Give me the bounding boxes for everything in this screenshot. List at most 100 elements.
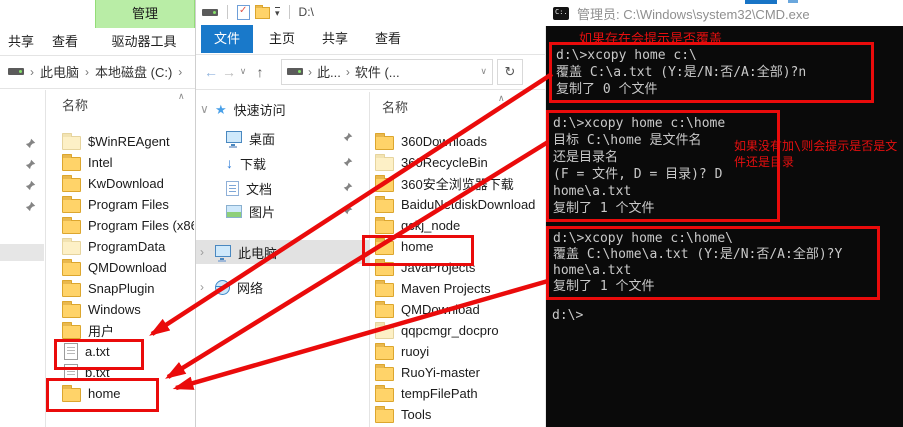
column-header-name[interactable]: 名称: [382, 97, 408, 116]
file-row[interactable]: 360RecycleBin: [370, 152, 545, 173]
sidebar-item-desktop[interactable]: 桌面: [196, 127, 369, 149]
file-row[interactable]: Program Files: [46, 194, 194, 215]
tab-view[interactable]: 查看: [52, 28, 78, 55]
annotation-file-or-dir-note: 如果没有加\则会提示是否是文件还是目录: [734, 139, 898, 169]
file-row[interactable]: QMDownload: [370, 299, 545, 320]
file-row[interactable]: 360Downloads: [370, 131, 545, 152]
network-icon: [215, 279, 230, 295]
file-row[interactable]: qqpcmgr_docpro: [370, 320, 545, 341]
console-line: d:\>xcopy home c:\home\: [553, 231, 734, 246]
folder-icon: [62, 280, 81, 297]
up-icon[interactable]: ↑: [251, 64, 269, 80]
sidebar-item-label: 快速访问: [233, 102, 286, 118]
file-row[interactable]: gckj_node: [370, 215, 545, 236]
file-row[interactable]: Maven Projects: [370, 278, 545, 299]
pin-icon: [25, 159, 36, 170]
sidebar-item-label: 网络: [237, 280, 264, 296]
chevron-right-icon: ›: [345, 64, 350, 79]
file-name: home: [88, 386, 121, 401]
sidebar-item-label: 文档: [246, 181, 273, 197]
folder-icon: [62, 175, 81, 192]
file-name: 360安全浏览器下载: [401, 177, 514, 192]
pin-icon: [343, 205, 353, 215]
file-row[interactable]: 用户: [46, 320, 194, 341]
folder-icon: [375, 175, 394, 192]
folder-icon: [375, 259, 394, 276]
file-row[interactable]: 360安全浏览器下载: [370, 173, 545, 194]
file-row[interactable]: JavaProjects: [370, 257, 545, 278]
recent-locations-icon[interactable]: ∨: [238, 66, 248, 77]
folder-icon: [375, 217, 394, 234]
file-name: home: [401, 239, 434, 254]
file-row[interactable]: QMDownload: [46, 257, 194, 278]
file-name: QMDownload: [88, 260, 167, 275]
tab-share[interactable]: 共享: [8, 28, 34, 55]
file-row[interactable]: ruoyi: [370, 341, 545, 362]
file-row[interactable]: RuoYi-master: [370, 362, 545, 383]
refresh-button[interactable]: ↻: [497, 58, 523, 85]
sidebar-item-network[interactable]: › 网络: [196, 276, 369, 298]
file-row[interactable]: a.txt: [46, 341, 194, 362]
tab-drive-tools[interactable]: 驱动器工具: [95, 28, 193, 55]
file-name: ruoyi: [401, 344, 430, 359]
properties-check-icon[interactable]: [237, 4, 250, 20]
file-name: RuoYi-master: [401, 365, 480, 380]
file-row[interactable]: home: [370, 236, 545, 257]
ribbon-manage-tab[interactable]: 管理: [95, 0, 195, 28]
file-row[interactable]: BaiduNetdiskDownload: [370, 194, 545, 215]
title-bar[interactable]: 管理员: C:\Windows\system32\CMD.exe: [545, 0, 903, 26]
file-list-c: 名称 ∧ $WinREAgent Intel KwDownload Program F…: [46, 90, 194, 427]
file-row[interactable]: Program Files (x86): [46, 215, 194, 236]
column-header-name[interactable]: 名称: [62, 95, 88, 114]
folder-icon: [375, 133, 394, 150]
console-line: 复制了 0 个文件: [556, 82, 658, 97]
address-segment-drive[interactable]: 软件 (...: [355, 62, 400, 81]
chevron-down-icon[interactable]: ∨: [200, 102, 209, 116]
tab-file[interactable]: 文件: [201, 25, 253, 53]
forward-icon[interactable]: →: [220, 64, 238, 80]
folder-icon: [375, 196, 394, 213]
picture-icon: [226, 204, 242, 218]
customize-toolbar-icon[interactable]: ▾: [275, 7, 280, 18]
chevron-right-icon[interactable]: ›: [200, 280, 208, 294]
file-row[interactable]: Tools: [370, 404, 545, 425]
file-row[interactable]: home: [46, 383, 194, 404]
file-row[interactable]: tempFilePath: [370, 383, 545, 404]
breadcrumb-this-pc[interactable]: 此电脑: [40, 62, 79, 81]
tab-view[interactable]: 查看: [366, 25, 410, 53]
file-row[interactable]: KwDownload: [46, 173, 194, 194]
address-dropdown-icon[interactable]: ∨: [480, 66, 487, 77]
address-bar[interactable]: › 此... › 软件 (... ∨: [281, 58, 493, 85]
breadcrumb-local-disk-c[interactable]: 本地磁盘 (C:): [95, 62, 172, 81]
sidebar-item-documents[interactable]: 文档: [196, 177, 369, 199]
sidebar-item-downloads[interactable]: ↓ 下载: [196, 152, 369, 174]
console-line: 覆盖 C:\a.txt (Y:是/N:否/A:全部)?n: [556, 65, 807, 80]
pin-icon: [25, 201, 36, 212]
navigation-pane: ∨ ★ 快速访问 桌面 ↓ 下载 文档 图片 › 此电脑 › 网络: [196, 92, 370, 427]
file-row[interactable]: b.txt: [46, 362, 194, 383]
folder-pale-icon: [62, 238, 81, 255]
new-folder-icon[interactable]: [255, 5, 270, 19]
drive-icon: [8, 68, 24, 75]
back-icon[interactable]: ←: [202, 64, 220, 80]
file-row[interactable]: ProgramData: [46, 236, 194, 257]
computer-icon: [215, 244, 231, 260]
background-window-fragment: [745, 0, 777, 4]
file-row[interactable]: $WinREAgent: [46, 131, 194, 152]
address-segment-this-pc[interactable]: 此...: [317, 62, 341, 81]
quick-access-star-icon: ★: [215, 101, 227, 117]
tab-home[interactable]: 主页: [260, 25, 304, 53]
file-row[interactable]: Intel: [46, 152, 194, 173]
tab-share[interactable]: 共享: [313, 25, 357, 53]
sidebar-item-pictures[interactable]: 图片: [196, 200, 369, 222]
console-line: d:\>xcopy home c:\home: [553, 116, 726, 131]
chevron-right-icon[interactable]: ›: [200, 245, 208, 259]
sidebar-item-this-pc[interactable]: › 此电脑: [196, 241, 369, 263]
file-row[interactable]: SnapPlugin: [46, 278, 194, 299]
file-row[interactable]: Windows: [46, 299, 194, 320]
sort-ascending-icon: ∧: [498, 93, 505, 103]
sidebar-item-quick-access[interactable]: ∨ ★ 快速访问: [196, 98, 369, 120]
title-bar[interactable]: ▾ D:\: [196, 0, 545, 24]
console-prompt[interactable]: d:\>: [552, 308, 583, 323]
folder-icon: [375, 343, 394, 360]
